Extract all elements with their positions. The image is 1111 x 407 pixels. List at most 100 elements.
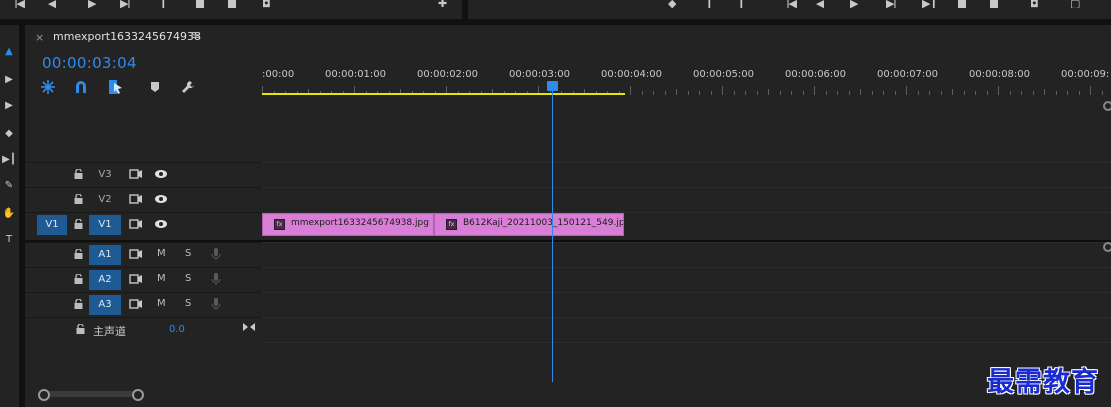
microphone-icon[interactable] [211, 297, 221, 311]
insert-icon[interactable]: ▆ [196, 0, 204, 8]
source-patch-v1[interactable]: V1 [37, 215, 67, 235]
export-frame-icon-2[interactable]: ◘ [1030, 0, 1039, 8]
playhead-timecode[interactable]: 00:00:03:04 [42, 54, 137, 72]
track-lane-a2[interactable] [262, 267, 1111, 292]
selection-tool-icon[interactable]: ▲ [2, 45, 16, 59]
play-icon-2[interactable]: ▶ [850, 0, 858, 8]
add-button-icon[interactable]: ✚ [438, 0, 447, 8]
solo-button[interactable]: S [185, 248, 191, 259]
step-back-icon[interactable]: ▕◀ [8, 0, 25, 8]
sync-lock-icon[interactable] [129, 298, 143, 310]
scrollbar-left-handle[interactable] [38, 389, 50, 401]
lock-icon[interactable] [74, 219, 83, 229]
go-to-end-icon[interactable] [242, 321, 256, 333]
step-forward-icon[interactable]: ▶▏ [120, 0, 137, 8]
mark-icon[interactable]: ┃ [160, 0, 167, 8]
microphone-icon[interactable] [211, 272, 221, 286]
time-ruler[interactable]: :00:00 00:00:01:00 00:00:02:00 00:00:03:00 0… [262, 65, 1111, 95]
track-lane-v3[interactable] [262, 162, 1111, 187]
extract-icon[interactable]: ▆ [990, 0, 998, 8]
pen-tool-icon[interactable]: ✎ [2, 179, 16, 193]
track-name[interactable]: A3 [89, 295, 121, 315]
sync-lock-icon[interactable] [129, 168, 143, 180]
eye-icon[interactable] [154, 168, 168, 180]
track-name[interactable]: V1 [89, 215, 121, 235]
ruler-tick [688, 91, 689, 95]
export-frame-icon[interactable]: ◘ [262, 0, 271, 8]
go-to-in-icon[interactable]: ┃ [738, 0, 745, 8]
play-icon[interactable]: ▶ [88, 0, 96, 8]
track-lane-v2[interactable] [262, 187, 1111, 212]
hand-tool-icon[interactable]: ✋ [2, 207, 16, 221]
ruler-tick [1079, 91, 1080, 95]
slip-tool-icon[interactable]: ▶┃ [2, 153, 16, 167]
scrollbar-track[interactable] [39, 391, 141, 397]
ruler-tick [872, 91, 873, 95]
track-name[interactable]: A2 [89, 270, 121, 290]
type-tool-icon[interactable]: T [2, 233, 16, 247]
audio-scroll-knob[interactable] [1103, 242, 1111, 252]
mute-button[interactable]: M [157, 298, 166, 309]
lock-icon[interactable] [74, 274, 83, 284]
track-name[interactable]: A1 [89, 245, 121, 265]
sync-lock-icon[interactable] [129, 248, 143, 260]
razor-tool-icon[interactable]: ◆ [2, 127, 16, 141]
play-back-icon[interactable]: ◀ [48, 0, 56, 8]
track-select-tool-icon[interactable]: ▶ [2, 73, 16, 87]
track-lane-v1[interactable]: fx mmexport1633245674938.jpg fx B612Kaji… [262, 212, 1111, 237]
mark-in-icon[interactable]: ◆ [668, 0, 676, 8]
settings-icon[interactable]: ▢ [1070, 0, 1080, 8]
ruler-tick [780, 91, 781, 95]
mute-button[interactable]: M [157, 248, 166, 259]
lock-icon[interactable] [74, 299, 83, 309]
lock-icon[interactable] [76, 324, 85, 334]
scrollbar-right-handle[interactable] [132, 389, 144, 401]
go-in-icon[interactable]: ▕◀ [780, 0, 797, 8]
lock-icon[interactable] [74, 169, 83, 179]
lift-icon[interactable]: ▆ [958, 0, 966, 8]
sync-lock-icon[interactable] [129, 218, 143, 230]
ripple-edit-tool-icon[interactable]: ▶ [2, 99, 16, 113]
panel-menu-icon[interactable]: ≡ [190, 28, 201, 43]
snap-magnet-icon[interactable] [73, 79, 89, 95]
solo-button[interactable]: S [185, 298, 191, 309]
mark-out-icon[interactable]: ┃ [706, 0, 713, 8]
track-lane-a1[interactable] [262, 242, 1111, 267]
playhead-line[interactable] [552, 89, 553, 383]
eye-icon[interactable] [154, 193, 168, 205]
nest-icon[interactable] [40, 79, 56, 95]
step-forward-icon-2[interactable]: ▶▏ [886, 0, 903, 8]
ruler-tick [1102, 91, 1103, 95]
video-scroll-knob[interactable] [1103, 101, 1111, 111]
sync-lock-icon[interactable] [129, 273, 143, 285]
add-marker-icon[interactable] [147, 79, 163, 95]
ruler-time-label: 00:00:06:00 [785, 69, 847, 80]
zoom-scrollbar [25, 382, 1111, 407]
track-lane-a3[interactable] [262, 292, 1111, 317]
mute-button[interactable]: M [157, 273, 166, 284]
close-icon[interactable]: × [35, 31, 44, 44]
go-out-icon[interactable]: ▶┃ [922, 0, 937, 8]
work-area-bar[interactable] [262, 93, 625, 95]
eye-icon[interactable] [154, 218, 168, 230]
solo-button[interactable]: S [185, 273, 191, 284]
clip[interactable]: fx B612Kaji_20211003_150121_549.jpg [434, 213, 624, 236]
lock-icon[interactable] [74, 194, 83, 204]
track-lane-master[interactable] [262, 317, 1111, 343]
wrench-icon[interactable] [180, 79, 196, 95]
linked-selection-icon[interactable] [108, 79, 124, 95]
timeline-tab-bar: × mmexport1633245674938 ≡ [25, 25, 1111, 49]
track-name[interactable]: V3 [89, 165, 121, 185]
ruler-tick [849, 91, 850, 95]
master-volume-value[interactable]: 0.0 [169, 324, 185, 335]
sync-lock-icon[interactable] [129, 193, 143, 205]
track-header-v2: V2 [25, 187, 262, 212]
track-name[interactable]: V2 [89, 190, 121, 210]
step-back-icon-2[interactable]: ◀ [816, 0, 824, 8]
overwrite-icon[interactable]: ▆ [228, 0, 236, 8]
microphone-icon[interactable] [211, 247, 221, 261]
clip[interactable]: fx mmexport1633245674938.jpg [262, 213, 434, 236]
tools-panel: ▲ ▶ ▶ ◆ ▶┃ ✎ ✋ T [0, 25, 19, 407]
lock-icon[interactable] [74, 249, 83, 259]
sequence-tab[interactable]: mmexport1633245674938 [53, 30, 201, 43]
